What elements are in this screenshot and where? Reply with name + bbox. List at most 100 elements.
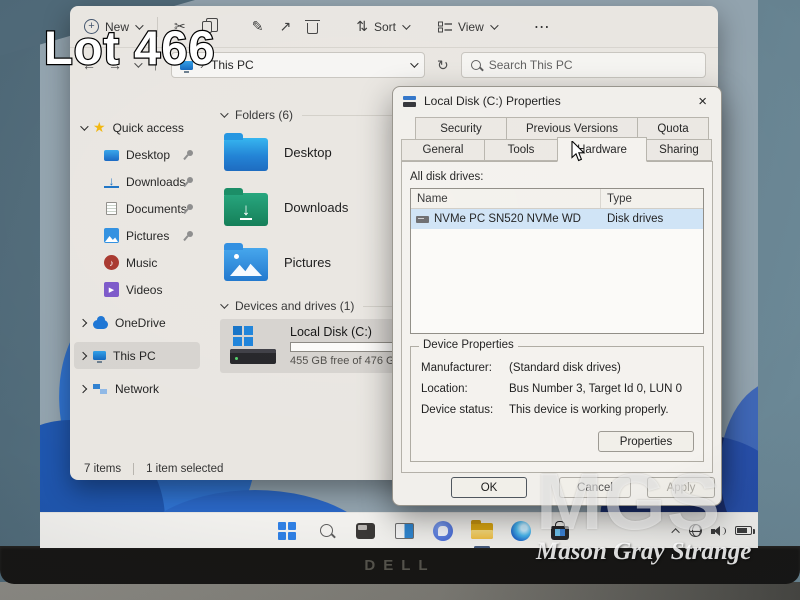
downloads-icon: ↓ <box>104 175 119 188</box>
edge-icon <box>511 521 531 541</box>
windows-logo-icon <box>278 522 296 540</box>
chevron-down-icon <box>220 109 228 117</box>
sidebar-item-downloads[interactable]: ↓ Downloads <box>70 168 204 195</box>
sort-button[interactable]: ⇅ Sort <box>356 18 408 35</box>
file-explorer-button[interactable] <box>469 518 495 544</box>
device-properties-group: Device Properties Manufacturer: (Standar… <box>410 346 704 462</box>
drive-list-row[interactable]: NVMe PC SN520 NVMe WD Disk drives <box>411 209 703 229</box>
pictures-folder-icon <box>224 248 268 281</box>
properties-button[interactable]: Properties <box>598 431 694 452</box>
network-globe-icon[interactable] <box>689 524 702 537</box>
folder-tile-label: Desktop <box>284 145 332 160</box>
dialog-tabs: Security Previous Versions Quota General… <box>401 117 713 163</box>
drive-row-name: NVMe PC SN520 NVMe WD <box>434 213 581 225</box>
sidebar-item-label: Desktop <box>126 148 170 162</box>
speaker-icon[interactable] <box>711 525 726 537</box>
properties-dialog: Local Disk (C:) Properties × Security Pr… <box>392 86 722 506</box>
selection-count: 1 item selected <box>146 463 223 475</box>
all-disk-drives-label: All disk drives: <box>410 171 704 183</box>
folder-tile-label: Pictures <box>284 255 331 270</box>
laptop-screen: + New ✂ ✎ ↗ ⇅ Sort <box>40 0 758 548</box>
edge-button[interactable] <box>508 518 534 544</box>
store-button[interactable] <box>547 518 573 544</box>
sidebar-item-label: OneDrive <box>115 316 166 330</box>
share-icon[interactable]: ↗ <box>279 18 291 35</box>
manufacturer-label: Manufacturer: <box>421 362 509 374</box>
status-divider <box>133 463 134 475</box>
drive-row-type: Disk drives <box>601 213 703 225</box>
explorer-sidebar: ★ Quick access Desktop ↓ Downloads <box>70 82 204 458</box>
ssd-drive-icon <box>230 349 276 364</box>
refresh-icon[interactable]: ↻ <box>437 57 449 74</box>
battery-icon[interactable] <box>735 526 752 535</box>
dialog-title-bar[interactable]: Local Disk (C:) Properties × <box>393 87 721 115</box>
sidebar-item-music[interactable]: ♪ Music <box>70 249 204 276</box>
task-view-button[interactable] <box>352 518 378 544</box>
cancel-button[interactable]: Cancel <box>559 477 631 498</box>
folder-tile-label: Downloads <box>284 200 348 215</box>
device-status-value: This device is working properly. <box>509 404 669 416</box>
onedrive-icon <box>93 320 108 329</box>
sidebar-item-pictures[interactable]: Pictures <box>70 222 204 249</box>
chat-button[interactable] <box>430 518 456 544</box>
lot-watermark: Lot 466 <box>44 20 216 75</box>
hardware-tab-page: All disk drives: Name Type NVMe PC SN520… <box>401 161 713 473</box>
sidebar-item-label: Music <box>126 256 157 270</box>
location-value: Bus Number 3, Target Id 0, LUN 0 <box>509 383 682 395</box>
tab-previous-versions[interactable]: Previous Versions <box>506 117 638 139</box>
location-label: Location: <box>421 383 509 395</box>
pin-icon <box>184 204 194 214</box>
documents-icon <box>106 202 117 215</box>
photo-of-laptop: + New ✂ ✎ ↗ ⇅ Sort <box>0 0 800 600</box>
sidebar-item-onedrive[interactable]: OneDrive <box>70 309 204 336</box>
search-input[interactable]: Search This PC <box>461 52 706 78</box>
address-dropdown-icon[interactable] <box>410 59 418 67</box>
chevron-right-icon <box>79 351 87 359</box>
search-icon <box>471 60 481 70</box>
start-button[interactable] <box>274 518 300 544</box>
sidebar-item-quick-access[interactable]: ★ Quick access <box>70 114 204 141</box>
tab-quota[interactable]: Quota <box>637 117 709 139</box>
rename-icon[interactable]: ✎ <box>252 18 264 35</box>
column-header-name[interactable]: Name <box>411 189 601 208</box>
sidebar-item-desktop[interactable]: Desktop <box>70 141 204 168</box>
tray-overflow-icon[interactable] <box>671 528 679 536</box>
download-bar-icon <box>240 218 252 221</box>
sidebar-item-network[interactable]: Network <box>70 375 204 402</box>
desktop-folder-icon <box>224 138 268 171</box>
widgets-button[interactable] <box>391 518 417 544</box>
breadcrumb-location: This PC <box>211 58 254 72</box>
view-grid-icon <box>438 21 452 33</box>
pin-icon <box>184 177 194 187</box>
taskbar-search-button[interactable] <box>313 518 339 544</box>
device-status-label: Device status: <box>421 404 509 416</box>
sidebar-item-label: Downloads <box>126 175 185 189</box>
tab-sharing[interactable]: Sharing <box>646 139 712 161</box>
sidebar-item-label: Videos <box>126 283 162 297</box>
desk-surface <box>0 582 800 600</box>
sidebar-item-this-pc[interactable]: This PC <box>74 342 200 369</box>
sidebar-item-documents[interactable]: Documents <box>70 195 204 222</box>
tab-security[interactable]: Security <box>415 117 507 139</box>
sidebar-item-videos[interactable]: ▶ Videos <box>70 276 204 303</box>
column-header-type[interactable]: Type <box>601 189 703 208</box>
close-icon[interactable]: × <box>694 93 711 110</box>
sound-wave-icon <box>720 527 726 535</box>
network-icon <box>93 382 108 397</box>
chevron-down-icon <box>490 21 498 29</box>
tab-general[interactable]: General <box>401 139 485 161</box>
manufacturer-value: (Standard disk drives) <box>509 362 621 374</box>
delete-icon[interactable] <box>307 23 318 34</box>
sidebar-item-label: Pictures <box>126 229 169 243</box>
tab-tools[interactable]: Tools <box>484 139 558 161</box>
sort-button-label: Sort <box>374 20 396 34</box>
chat-bubble-icon <box>433 521 453 541</box>
view-button[interactable]: View <box>438 20 496 34</box>
ok-button[interactable]: OK <box>451 477 527 498</box>
windows-flag-icon <box>233 326 253 346</box>
sort-arrows-icon: ⇅ <box>356 18 368 35</box>
active-app-indicator <box>474 546 490 549</box>
view-button-label: View <box>458 20 484 34</box>
chevron-right-icon <box>79 318 87 326</box>
more-options-icon[interactable]: ⋯ <box>534 17 551 37</box>
